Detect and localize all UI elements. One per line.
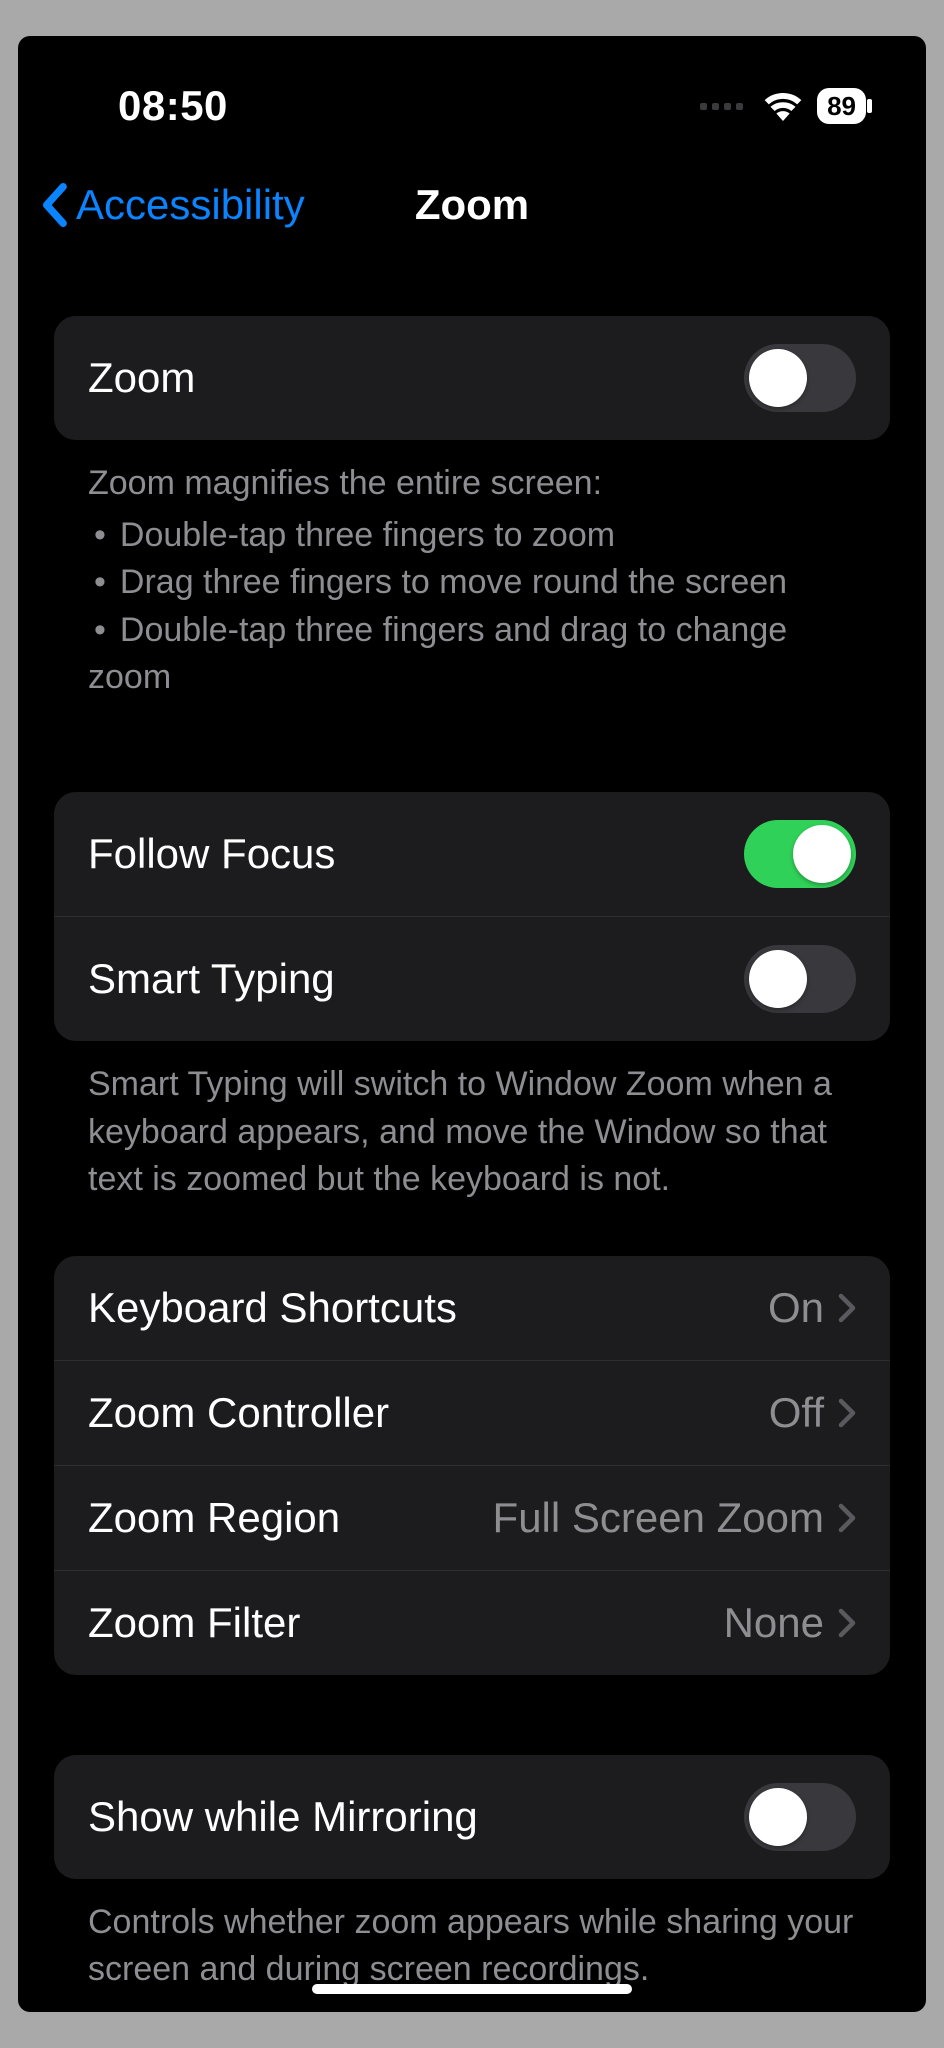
signal-dots-icon — [700, 103, 743, 110]
status-bar: 08:50 89 — [18, 36, 926, 156]
zoom-region-value: Full Screen Zoom — [493, 1494, 824, 1542]
zoom-controller-label: Zoom Controller — [88, 1389, 389, 1437]
zoom-region-label: Zoom Region — [88, 1494, 340, 1542]
zoom-filter-value: None — [724, 1599, 824, 1647]
zoom-toggle-label: Zoom — [88, 354, 195, 402]
zoom-filter-row[interactable]: Zoom Filter None — [54, 1570, 890, 1675]
zoom-options-group: Keyboard Shortcuts On Zoom Controller Of… — [54, 1256, 890, 1675]
zoom-description-bullet: Double-tap three fingers and drag to cha… — [88, 607, 856, 702]
follow-focus-row: Follow Focus — [54, 792, 890, 916]
mirroring-toggle[interactable] — [744, 1783, 856, 1851]
zoom-controller-value: Off — [769, 1389, 824, 1437]
battery-indicator: 89 — [817, 88, 866, 124]
zoom-description-bullet: Double-tap three fingers to zoom — [88, 512, 856, 560]
keyboard-shortcuts-row[interactable]: Keyboard Shortcuts On — [54, 1256, 890, 1360]
zoom-description: Zoom magnifies the entire screen: Double… — [54, 440, 890, 702]
status-time: 08:50 — [118, 82, 228, 130]
zoom-toggle-row: Zoom — [54, 316, 890, 440]
back-button[interactable]: Accessibility — [40, 181, 305, 229]
zoom-filter-label: Zoom Filter — [88, 1599, 300, 1647]
follow-focus-toggle[interactable] — [744, 820, 856, 888]
keyboard-shortcuts-label: Keyboard Shortcuts — [88, 1284, 457, 1332]
smart-typing-row: Smart Typing — [54, 916, 890, 1041]
zoom-region-row[interactable]: Zoom Region Full Screen Zoom — [54, 1465, 890, 1570]
page-title: Zoom — [415, 181, 529, 229]
chevron-right-icon — [838, 1608, 856, 1638]
zoom-toggle-group: Zoom — [54, 316, 890, 440]
keyboard-shortcuts-value: On — [768, 1284, 824, 1332]
smart-typing-label: Smart Typing — [88, 955, 335, 1003]
mirroring-label: Show while Mirroring — [88, 1793, 478, 1841]
mirroring-description: Controls whether zoom appears while shar… — [54, 1879, 890, 1994]
home-indicator[interactable] — [312, 1984, 632, 1994]
zoom-toggle[interactable] — [744, 344, 856, 412]
smart-typing-description: Smart Typing will switch to Window Zoom … — [54, 1041, 890, 1204]
max-zoom-header: MAXIMUM ZOOM LEVEL — [54, 1994, 890, 2012]
nav-header: Accessibility Zoom — [18, 156, 926, 256]
zoom-description-bullet: Drag three fingers to move round the scr… — [88, 559, 856, 607]
chevron-right-icon — [838, 1398, 856, 1428]
back-label: Accessibility — [76, 181, 305, 229]
chevron-left-icon — [40, 183, 68, 227]
follow-focus-label: Follow Focus — [88, 830, 335, 878]
zoom-description-headline: Zoom magnifies the entire screen: — [88, 460, 856, 508]
smart-typing-toggle[interactable] — [744, 945, 856, 1013]
chevron-right-icon — [838, 1503, 856, 1533]
chevron-right-icon — [838, 1293, 856, 1323]
mirroring-row: Show while Mirroring — [54, 1755, 890, 1879]
battery-level: 89 — [827, 91, 856, 122]
zoom-controller-row[interactable]: Zoom Controller Off — [54, 1360, 890, 1465]
mirroring-group: Show while Mirroring — [54, 1755, 890, 1879]
focus-group: Follow Focus Smart Typing — [54, 792, 890, 1041]
wifi-icon — [763, 91, 803, 121]
